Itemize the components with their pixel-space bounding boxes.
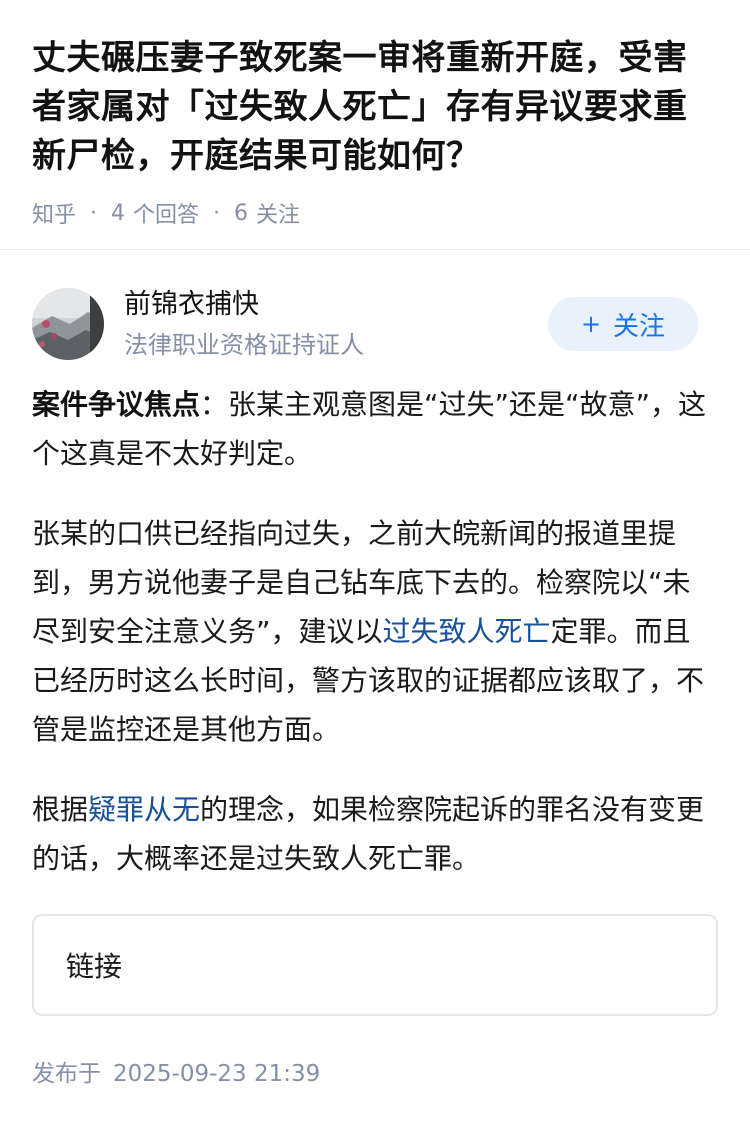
avatar-image: [32, 288, 104, 360]
published-label: 发布于: [32, 1061, 101, 1087]
answer-paragraph: 案件争议焦点：张某主观意图是“过失”还是“故意”，这个这真是不太好判定。: [32, 380, 718, 478]
answer-paragraph: 根据疑罪从无的理念，如果检察院起诉的罪名没有变更的话，大概率还是过失致人死亡罪。: [32, 785, 718, 883]
avatar[interactable]: [32, 288, 104, 360]
meta-separator: ·: [213, 200, 221, 226]
question-meta: 知乎 · 4 个回答 · 6 关注: [32, 197, 718, 229]
author-description: 法律职业资格证持证人: [124, 331, 364, 359]
question-title[interactable]: 丈夫碾压妻子致死案一审将重新开庭，受害者家属对「过失致人死亡」存有异议要求重新尸…: [32, 34, 718, 181]
published-timestamp: 2025-09-23 21:39: [113, 1061, 321, 1087]
link-card[interactable]: 链接: [32, 914, 718, 1016]
keyword-link[interactable]: 疑罪从无: [88, 793, 200, 826]
followers-count: 6: [234, 200, 249, 226]
followers-label[interactable]: 关注: [256, 197, 300, 229]
answer-paragraph: 张某的口供已经指向过失，之前大皖新闻的报道里提到，男方说他妻子是自己钻车底下去的…: [32, 509, 718, 754]
paragraph-text: 根据: [32, 793, 89, 826]
follow-button[interactable]: + 关注: [548, 297, 698, 351]
follow-label: 关注: [613, 311, 666, 342]
author-info: 前锦衣捕快 法律职业资格证持证人: [124, 288, 364, 380]
focus-heading: 案件争议焦点: [32, 388, 201, 421]
answer-content: 案件争议焦点：张某主观意图是“过失”还是“故意”，这个这真是不太好判定。 张某的…: [0, 380, 750, 883]
author-bar: 前锦衣捕快 法律职业资格证持证人 + 关注: [0, 250, 750, 380]
meta-separator: ·: [90, 200, 98, 226]
link-card-label: 链接: [66, 950, 123, 983]
answers-label[interactable]: 个回答: [133, 197, 199, 229]
publish-info: 发布于 2025-09-23 21:39: [0, 1016, 750, 1088]
keyword-link[interactable]: 过失致人死亡: [383, 615, 551, 648]
question-header: 丈夫碾压妻子致死案一审将重新开庭，受害者家属对「过失致人死亡」存有异议要求重新尸…: [0, 0, 750, 250]
author-name[interactable]: 前锦衣捕快: [124, 288, 364, 322]
plus-icon: +: [580, 310, 602, 338]
answers-count: 4: [111, 200, 126, 226]
source-label[interactable]: 知乎: [32, 197, 76, 229]
